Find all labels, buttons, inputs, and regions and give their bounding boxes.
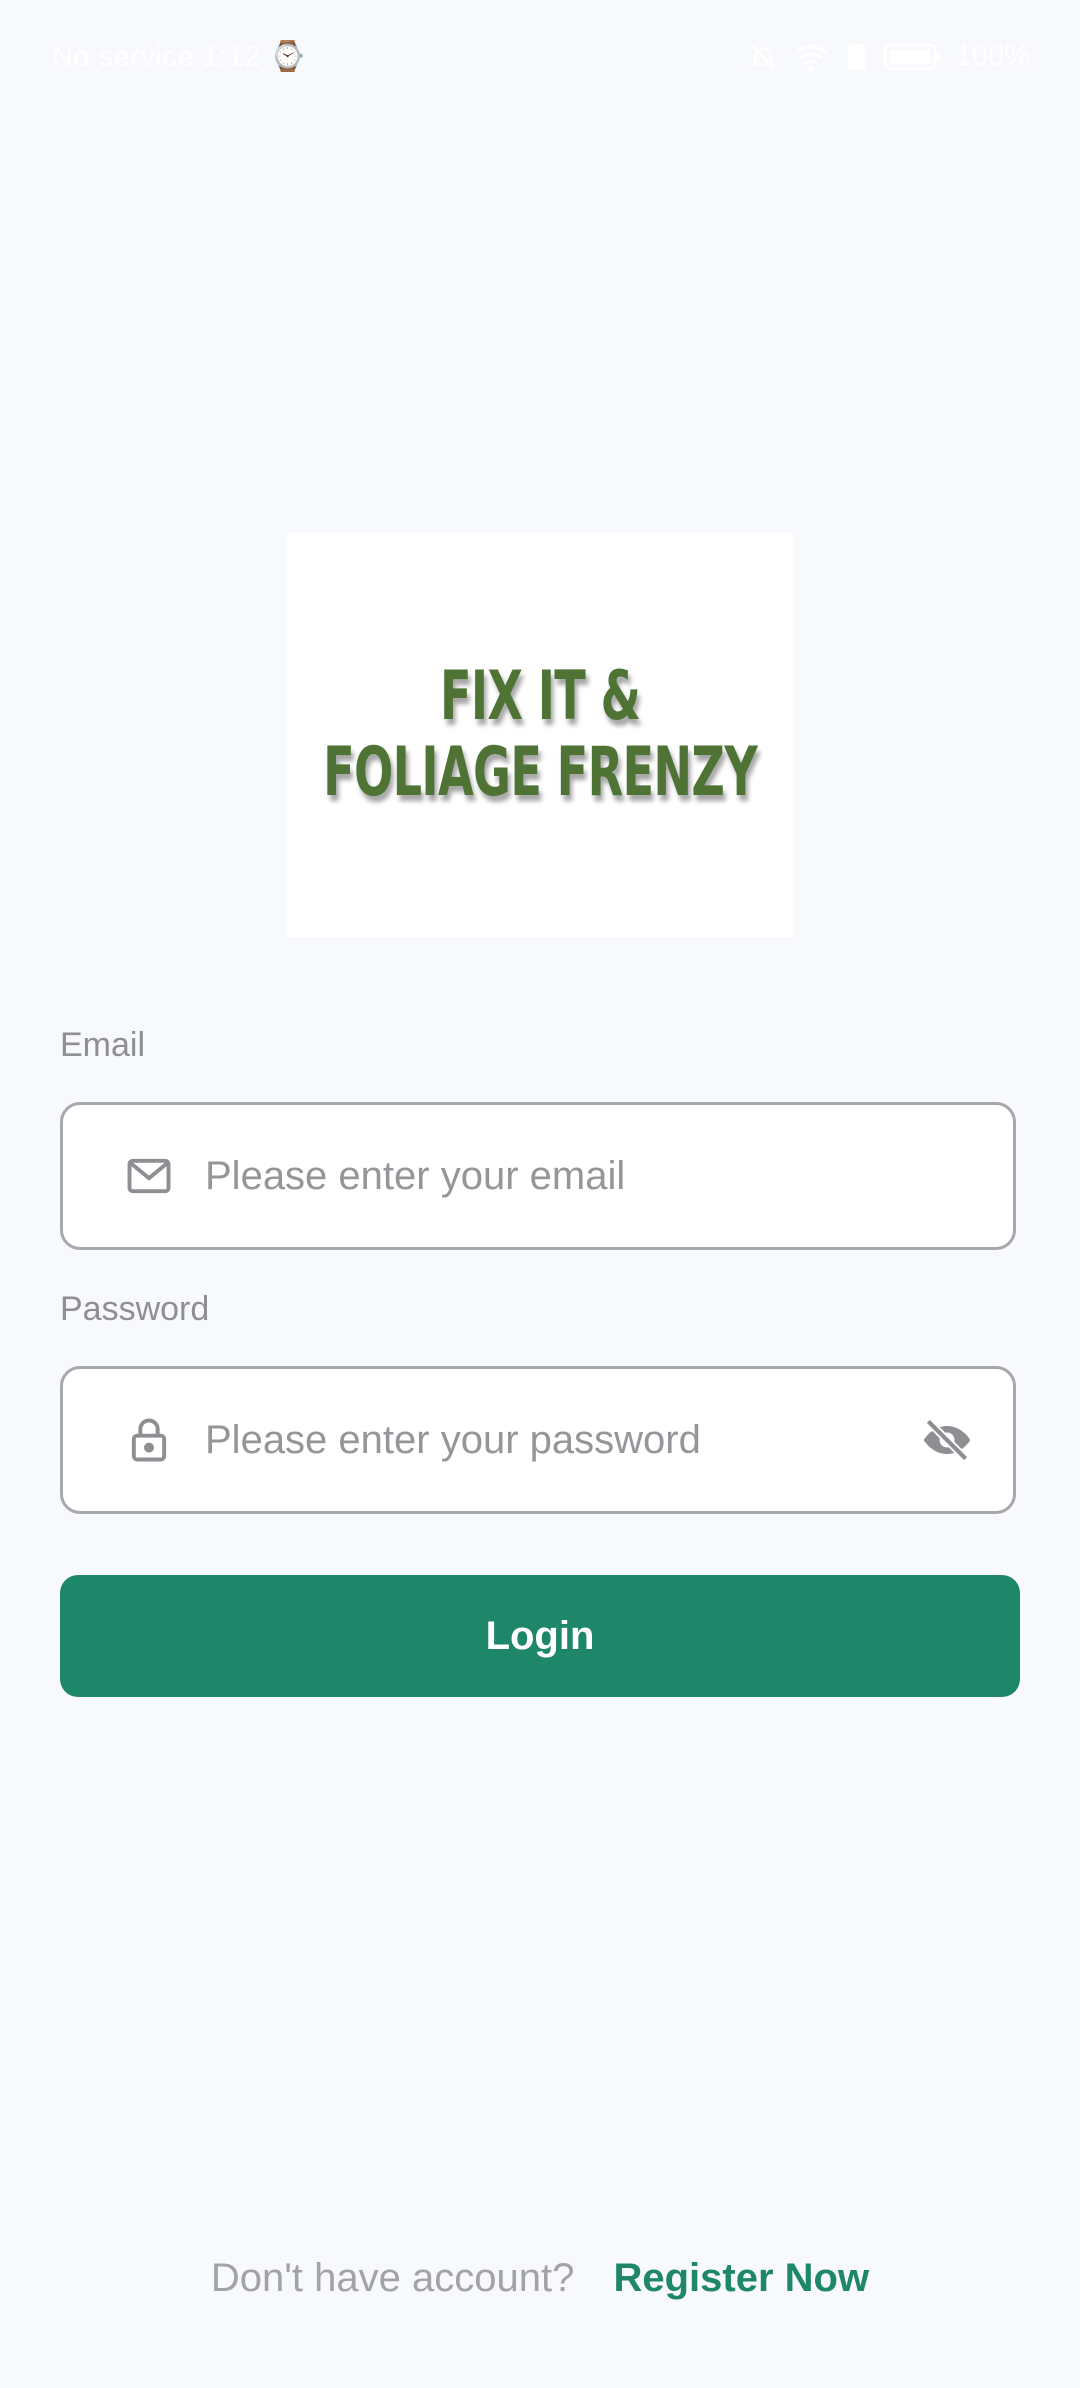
- status-bar: No service 1:12 ⌚ 100%: [0, 0, 1080, 120]
- vibrate-icon: [844, 41, 870, 73]
- password-field-container[interactable]: [60, 1366, 1016, 1514]
- mail-icon: [123, 1150, 175, 1202]
- register-now-link[interactable]: Register Now: [613, 2256, 869, 2300]
- bell-muted-icon: [748, 42, 778, 72]
- password-input[interactable]: [205, 1369, 945, 1511]
- login-button[interactable]: Login: [60, 1575, 1020, 1697]
- logo-line-2: FOLIAGE FRENZY: [323, 733, 758, 812]
- email-label: Email: [60, 1026, 146, 1064]
- eye-off-icon[interactable]: [919, 1412, 975, 1468]
- battery-percent: 100%: [955, 40, 1030, 72]
- lock-icon: [123, 1414, 175, 1466]
- app-logo: FIX IT & FOLIAGE FRENZY: [287, 533, 793, 937]
- register-prompt: Don't have account? Register Now: [0, 2256, 1080, 2301]
- battery-icon: [883, 42, 942, 72]
- password-label: Password: [60, 1290, 210, 1328]
- email-input[interactable]: [205, 1105, 945, 1247]
- status-bar-right: 100%: [748, 40, 1030, 73]
- register-prompt-text: Don't have account?: [210, 2256, 575, 2300]
- logo-line-1: FIX IT &: [439, 657, 641, 736]
- wifi-icon: [792, 42, 830, 72]
- email-field-container[interactable]: [60, 1102, 1016, 1250]
- logo-wordmark: FIX IT & FOLIAGE FRENZY: [323, 657, 758, 812]
- status-bar-left-text: No service 1:12 ⌚: [52, 41, 307, 73]
